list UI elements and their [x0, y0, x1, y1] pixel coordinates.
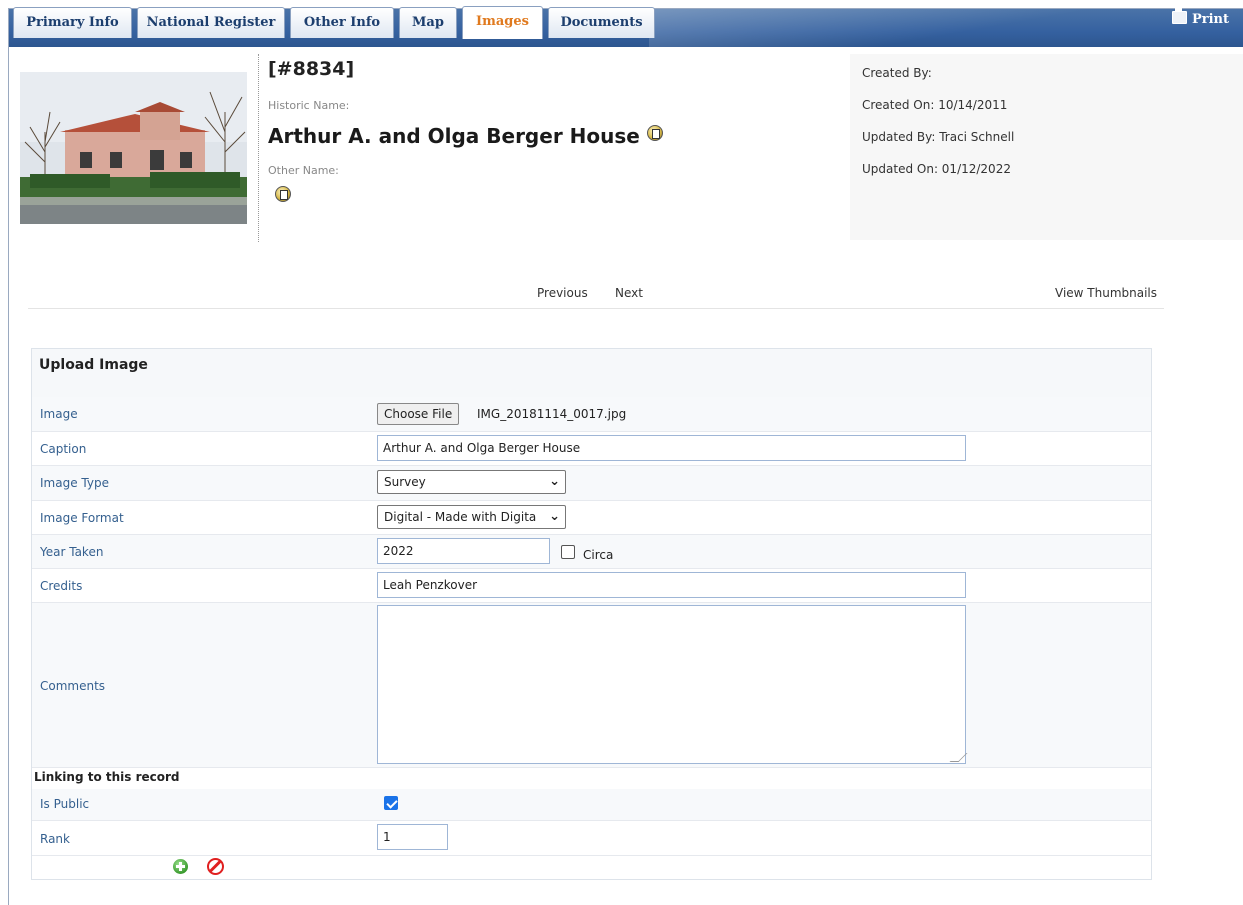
- header-divider: [258, 54, 259, 242]
- year-taken-label: Year Taken: [40, 545, 104, 559]
- form-title: Upload Image: [39, 357, 148, 373]
- year-taken-row: Year Taken 2022 Circa: [32, 535, 1151, 569]
- linking-section-row: Linking to this record: [32, 768, 1151, 789]
- edit-icon[interactable]: [275, 186, 291, 202]
- historic-name-label: Historic Name:: [268, 99, 350, 112]
- image-row: Image Choose File IMG_20181114_0017.jpg: [32, 397, 1151, 432]
- image-type-select[interactable]: Survey ⌄: [377, 470, 566, 494]
- print-button[interactable]: Print: [1171, 7, 1229, 31]
- chevron-down-icon: ⌄: [549, 474, 560, 489]
- next-link[interactable]: Next: [615, 286, 643, 300]
- created-by: Created By:: [862, 66, 932, 80]
- linking-section-label: Linking to this record: [34, 770, 180, 784]
- credits-input[interactable]: Leah Penzkover: [377, 572, 966, 598]
- nav-divider: [28, 308, 1164, 309]
- tab-images[interactable]: Images: [462, 6, 543, 39]
- choose-file-button[interactable]: Choose File: [377, 403, 460, 425]
- credits-row: Credits Leah Penzkover: [32, 569, 1151, 603]
- tab-primary-info[interactable]: Primary Info: [13, 7, 132, 38]
- circa-label: Circa: [583, 548, 614, 562]
- created-on: Created On: 10/14/2011: [862, 98, 1008, 112]
- view-thumbnails-link[interactable]: View Thumbnails: [1055, 286, 1157, 300]
- upload-image-form: Upload Image Image Choose File IMG_20181…: [31, 348, 1152, 880]
- previous-link[interactable]: Previous: [537, 286, 588, 300]
- is-public-row: Is Public: [32, 789, 1151, 821]
- tab-map[interactable]: Map: [399, 7, 457, 38]
- comments-textarea[interactable]: [377, 605, 966, 764]
- credits-label: Credits: [40, 579, 83, 593]
- is-public-checkbox[interactable]: [384, 796, 398, 810]
- updated-on: Updated On: 01/12/2022: [862, 162, 1011, 176]
- rank-input[interactable]: 1: [377, 824, 448, 850]
- chevron-down-icon: ⌄: [549, 506, 560, 528]
- cancel-icon[interactable]: [207, 858, 224, 875]
- updated-by: Updated By: Traci Schnell: [862, 130, 1015, 144]
- rank-row: Rank 1: [32, 821, 1151, 856]
- year-taken-input[interactable]: 2022: [377, 538, 550, 564]
- caption-input[interactable]: Arthur A. and Olga Berger House: [377, 435, 966, 461]
- edit-icon[interactable]: [646, 125, 663, 141]
- image-format-label: Image Format: [40, 511, 124, 525]
- property-photo: [20, 72, 247, 224]
- file-name: IMG_20181114_0017.jpg: [477, 407, 627, 421]
- image-type-label: Image Type: [40, 476, 109, 490]
- rank-label: Rank: [40, 832, 70, 846]
- comments-row: Comments: [32, 603, 1151, 768]
- record-meta-panel: [850, 54, 1243, 240]
- tab-other-info[interactable]: Other Info: [290, 7, 394, 38]
- is-public-label: Is Public: [40, 797, 90, 811]
- record-id: [#8834]: [268, 58, 355, 80]
- tab-national-register[interactable]: National Register: [137, 7, 285, 38]
- add-icon[interactable]: [173, 859, 188, 874]
- image-type-row: Image Type Survey ⌄: [32, 466, 1151, 501]
- printer-icon: [1171, 7, 1187, 24]
- image-format-select[interactable]: Digital - Made with Digita ⌄: [377, 505, 566, 529]
- image-format-row: Image Format Digital - Made with Digita …: [32, 501, 1151, 535]
- comments-label: Comments: [40, 679, 106, 693]
- circa-checkbox[interactable]: [561, 545, 575, 559]
- tab-documents[interactable]: Documents: [548, 7, 655, 38]
- historic-name: Arthur A. and Olga Berger House: [268, 124, 663, 148]
- caption-row: Caption Arthur A. and Olga Berger House: [32, 432, 1151, 466]
- caption-label: Caption: [40, 442, 87, 456]
- other-name-label: Other Name:: [268, 164, 339, 177]
- image-label: Image: [40, 407, 78, 421]
